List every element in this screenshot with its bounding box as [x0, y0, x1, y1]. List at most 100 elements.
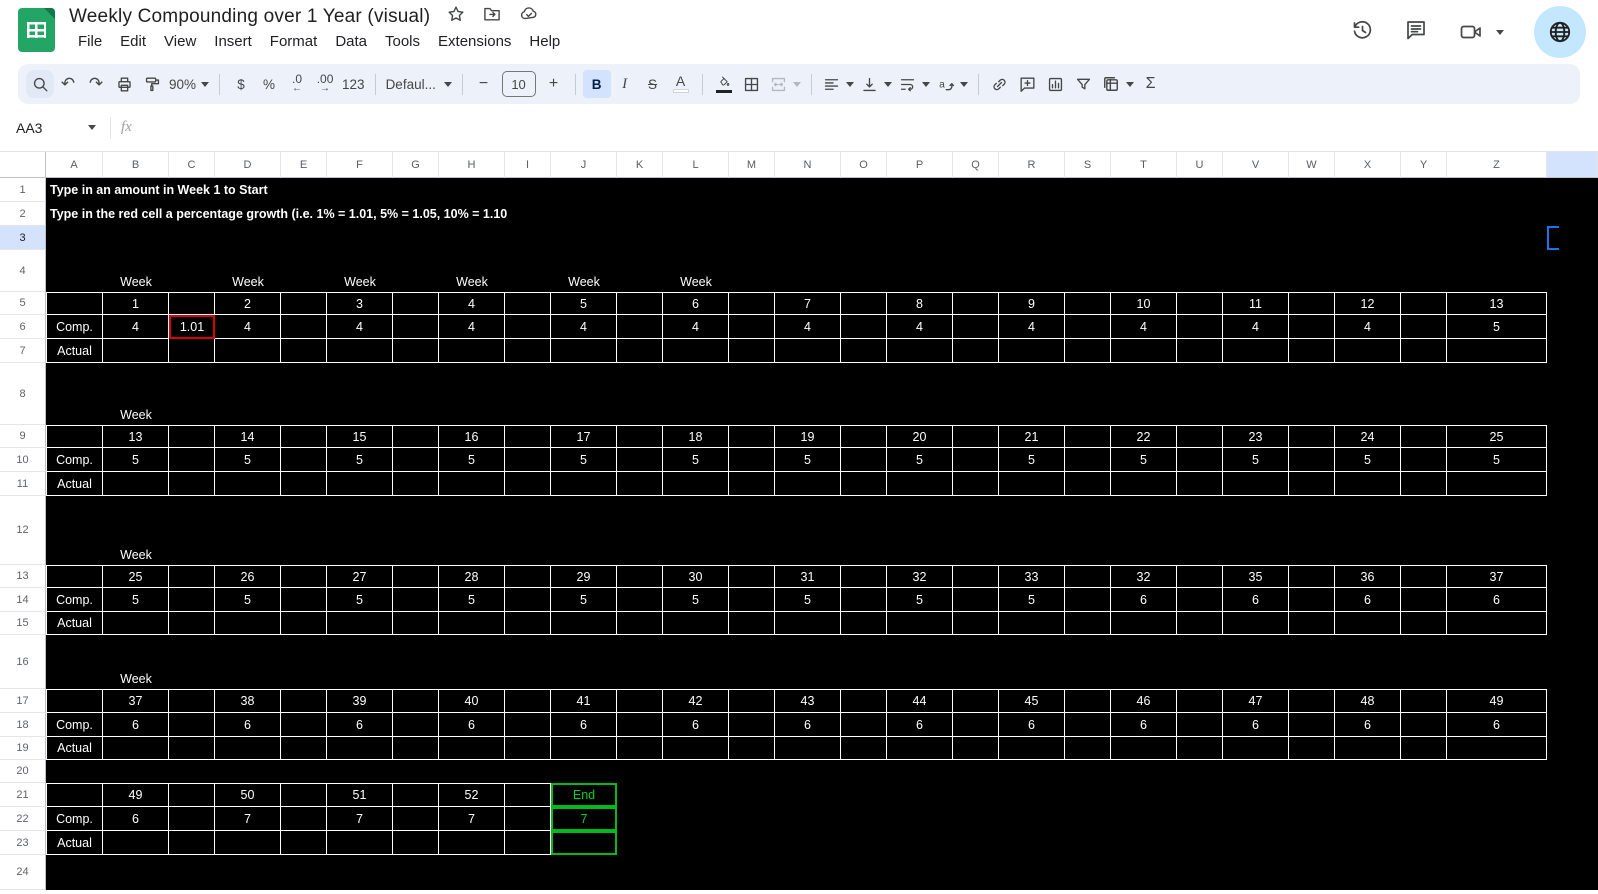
cell-A12[interactable]	[46, 496, 103, 565]
cell-L4[interactable]: Week	[663, 250, 729, 292]
cell-Z19[interactable]	[1447, 737, 1547, 760]
cell-Y16[interactable]	[1401, 635, 1447, 689]
column-header-J[interactable]: J	[551, 152, 617, 178]
row-header-4[interactable]: 4	[0, 250, 46, 292]
cell-M5[interactable]	[729, 292, 775, 315]
cell-Q8[interactable]	[953, 363, 999, 425]
cell-O21[interactable]	[841, 783, 887, 807]
cell-J13[interactable]: 29	[551, 565, 617, 588]
cell-U16[interactable]	[1177, 635, 1223, 689]
cell-V18[interactable]: 6	[1223, 713, 1289, 737]
paint-format-button[interactable]	[138, 70, 166, 98]
cell-J1[interactable]	[551, 178, 617, 202]
cell-Q5[interactable]	[953, 292, 999, 315]
cell-G6[interactable]	[393, 315, 439, 339]
cell-AA10-partial[interactable]	[1547, 448, 1598, 472]
cell-B16[interactable]: Week	[103, 635, 169, 689]
cell-F7[interactable]	[327, 339, 393, 363]
cell-C24[interactable]	[169, 855, 215, 890]
row-header-7[interactable]: 7	[0, 339, 46, 363]
cell-J9[interactable]: 17	[551, 425, 617, 448]
row-header-23[interactable]: 23	[0, 831, 46, 855]
cell-I5[interactable]	[505, 292, 551, 315]
cell-D18[interactable]: 6	[215, 713, 281, 737]
cell-O6[interactable]	[841, 315, 887, 339]
cell-U15[interactable]	[1177, 612, 1223, 635]
cell-T14[interactable]: 6	[1111, 588, 1177, 612]
cell-M23[interactable]	[729, 831, 775, 855]
cell-M15[interactable]	[729, 612, 775, 635]
percent-format-button[interactable]: %	[255, 70, 283, 98]
cell-F22[interactable]: 7	[327, 807, 393, 831]
cell-Y18[interactable]	[1401, 713, 1447, 737]
cell-AA8-partial[interactable]	[1547, 363, 1598, 425]
cell-N20[interactable]	[775, 760, 841, 783]
cell-Y1[interactable]	[1401, 178, 1447, 202]
cell-L14[interactable]: 5	[663, 588, 729, 612]
cell-V16[interactable]	[1223, 635, 1289, 689]
column-header-V[interactable]: V	[1223, 152, 1289, 178]
row-header-24[interactable]: 24	[0, 855, 46, 890]
cell-E8[interactable]	[281, 363, 327, 425]
cell-Y6[interactable]	[1401, 315, 1447, 339]
cell-W14[interactable]	[1289, 588, 1335, 612]
cell-S18[interactable]	[1065, 713, 1111, 737]
cell-F10[interactable]: 5	[327, 448, 393, 472]
cell-L11[interactable]	[663, 472, 729, 496]
cell-D22[interactable]: 7	[215, 807, 281, 831]
cell-I10[interactable]	[505, 448, 551, 472]
cell-W20[interactable]	[1289, 760, 1335, 783]
cell-T1[interactable]	[1111, 178, 1177, 202]
cell-Y15[interactable]	[1401, 612, 1447, 635]
cell-Z17[interactable]: 49	[1447, 689, 1547, 713]
cell-J6[interactable]: 4	[551, 315, 617, 339]
strikethrough-button[interactable]: S	[639, 70, 667, 98]
cell-P5[interactable]: 8	[887, 292, 953, 315]
cell-T6[interactable]: 4	[1111, 315, 1177, 339]
cell-Z9[interactable]: 25	[1447, 425, 1547, 448]
cell-Z2[interactable]	[1447, 202, 1547, 226]
row-header-1[interactable]: 1	[0, 178, 46, 202]
cell-Z13[interactable]: 37	[1447, 565, 1547, 588]
cell-N13[interactable]: 31	[775, 565, 841, 588]
cell-E6[interactable]	[281, 315, 327, 339]
cell-F16[interactable]	[327, 635, 393, 689]
cell-G1[interactable]	[393, 178, 439, 202]
create-filter-button[interactable]	[1070, 70, 1098, 98]
cell-Y2[interactable]	[1401, 202, 1447, 226]
cell-S11[interactable]	[1065, 472, 1111, 496]
cell-A3[interactable]	[46, 226, 103, 250]
row-header-16[interactable]: 16	[0, 635, 46, 689]
cell-H6[interactable]: 4	[439, 315, 505, 339]
cell-P19[interactable]	[887, 737, 953, 760]
cell-V15[interactable]	[1223, 612, 1289, 635]
cell-T11[interactable]	[1111, 472, 1177, 496]
cell-T23[interactable]	[1111, 831, 1177, 855]
cell-M10[interactable]	[729, 448, 775, 472]
cell-Y14[interactable]	[1401, 588, 1447, 612]
cell-V14[interactable]: 6	[1223, 588, 1289, 612]
cell-M14[interactable]	[729, 588, 775, 612]
name-box[interactable]: AA3	[0, 120, 96, 136]
cell-R13[interactable]: 33	[999, 565, 1065, 588]
column-header-B[interactable]: B	[103, 152, 169, 178]
cell-P20[interactable]	[887, 760, 953, 783]
cell-P13[interactable]: 32	[887, 565, 953, 588]
cell-R10[interactable]: 5	[999, 448, 1065, 472]
cell-D6[interactable]: 4	[215, 315, 281, 339]
cell-N8[interactable]	[775, 363, 841, 425]
cell-C3[interactable]	[169, 226, 215, 250]
cell-K16[interactable]	[617, 635, 663, 689]
italic-button[interactable]: I	[611, 70, 639, 98]
cell-D23[interactable]	[215, 831, 281, 855]
cell-X7[interactable]	[1335, 339, 1401, 363]
cell-U10[interactable]	[1177, 448, 1223, 472]
cell-AA22-partial[interactable]	[1547, 807, 1598, 831]
cell-K14[interactable]	[617, 588, 663, 612]
cell-C13[interactable]	[169, 565, 215, 588]
cell-N18[interactable]: 6	[775, 713, 841, 737]
cell-M19[interactable]	[729, 737, 775, 760]
cell-J11[interactable]	[551, 472, 617, 496]
cell-Z14[interactable]: 6	[1447, 588, 1547, 612]
cell-U17[interactable]	[1177, 689, 1223, 713]
